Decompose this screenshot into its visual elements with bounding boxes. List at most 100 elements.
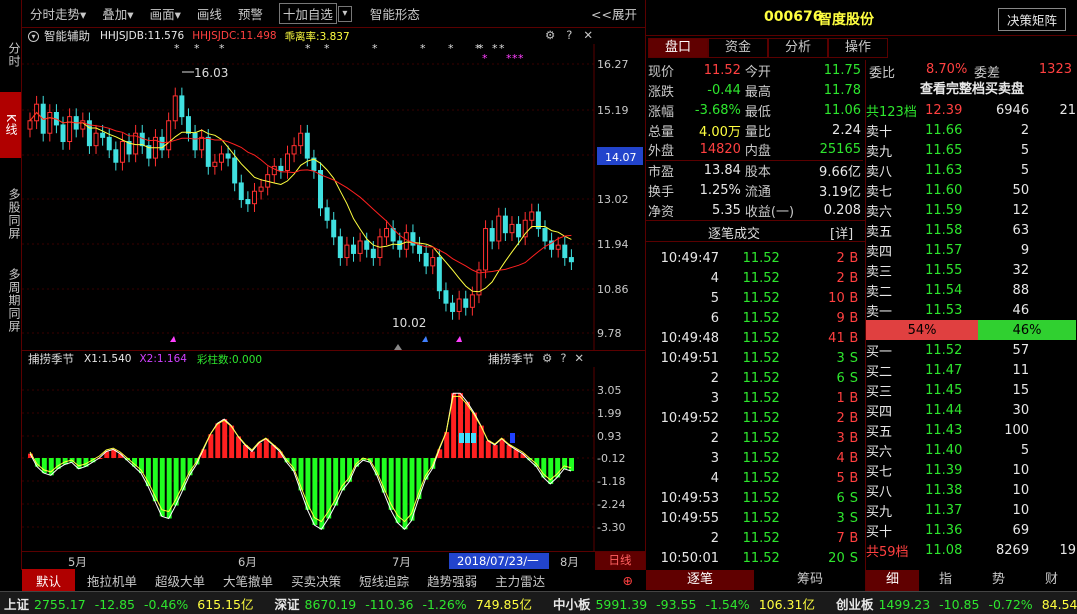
candle-body [93,132,99,147]
trade-volume: 6 [836,370,845,386]
tab-trend[interactable]: 势 [972,570,1025,591]
trade-time: 10:49:55 [660,510,719,526]
trade-row: 4 11.52 2 B [646,268,863,288]
signal-arrow-icon [456,336,462,342]
expand-button[interactable]: <<展开 [591,4,637,23]
indicator-bar [347,458,353,482]
tab-analysis[interactable]: 分析 [768,38,828,58]
ask-price: 11.65 [925,142,963,158]
x-month-6: 6月 [238,555,257,569]
toolbar-draw-line[interactable]: 画线 [197,4,222,23]
y-tick-label: 15.19 [597,104,629,117]
toolbar-overlay-menu[interactable]: 叠加▾ [102,4,133,23]
tab-cancel-order[interactable]: 大笔撤单 [217,571,279,590]
indicator-menu-icon[interactable]: ▾ [28,30,39,42]
decision-matrix-button[interactable]: 决策矩阵 [998,8,1067,31]
tab-super-order[interactable]: 超级大单 [149,571,211,590]
candle-body [113,149,119,163]
index-turnover: 106.31亿 [758,596,815,612]
quote-table: 现价 11.52 今开 11.75 涨跌 -0.44 最高 11.78 涨幅 -3.68% 最低 11… [646,60,865,220]
ask-spacer [1029,160,1076,180]
bid-row: 买二 11.47 11 [866,360,1076,380]
stock-header: 000676 智度股份 决策矩阵 [646,0,1077,36]
quote-label: 总量 [648,124,675,140]
index-turnover: 615.15亿 [197,596,254,612]
tab-chips[interactable]: 筹码 [756,570,864,590]
tab-tractor[interactable]: 拖拉机单 [81,571,143,590]
bid-row: 买五 11.43 100 [866,420,1076,440]
ask-volume: 2 [1020,122,1030,138]
quote-value: 14820 [699,142,741,158]
tab-radar[interactable]: 主力雷达 [489,571,551,590]
sub-close-icon[interactable]: ✕ [574,351,584,367]
sidebar-item-multi-stock[interactable]: 多股同屏 [0,175,21,253]
period-label[interactable]: 日线 [595,552,645,570]
tab-default[interactable]: 默认 [22,569,76,592]
ask-level: 卖八 [866,164,893,180]
tab-detail[interactable]: 细 [866,570,919,591]
tab-order-book[interactable]: 盘口 [648,38,708,58]
sidebar-item-kline[interactable]: K线 [0,92,21,158]
market-index[interactable]: 中小板 5991.39 -93.55 -1.54% 106.31亿 [553,594,824,613]
main-candlestick-chart[interactable]: * * * * * * * * ** * ** * * * 16.03 10.02 16.2715.191… [22,44,645,350]
ask-row: 卖六 11.59 12 [866,200,1076,220]
ask-level: 卖六 [866,204,893,220]
trade-volume: 6 [836,490,845,506]
ask-row: 卖九 11.65 5 [866,140,1076,160]
close-icon[interactable]: ✕ [583,28,593,42]
toolbar-view-menu[interactable]: 画面▾ [150,4,181,23]
sub-settings-gear-icon[interactable]: ⚙ [542,351,552,367]
sub-y-tick-label: 3.05 [597,384,622,397]
quote-value: 5.35 [711,202,741,218]
market-index[interactable]: 创业板1499.23 -10.85 -0.72% 84.54亿 [836,594,1077,613]
candle-body [179,95,185,118]
chart-toolbar: 分时走势▾ 叠加▾ 画面▾ 画线 预警 十加自选 ▾ 智能形态 <<展开 [22,0,645,28]
ask-row: 卖四 11.57 9 [866,240,1076,260]
smart-pattern-button[interactable]: 智能形态 [370,4,420,23]
sidebar-item-timeshare[interactable]: 分时 [0,30,21,80]
sub-indicator-chart[interactable]: 3.05 1.99 0.93 -0.12 -1.18 -2.24 -3.30 [22,367,645,551]
tab-trend[interactable]: 趋势强弱 [421,571,483,590]
candle-body [337,236,343,259]
trade-time: 10:49:48 [660,330,719,346]
tab-funds[interactable]: 资金 [708,38,768,58]
market-index[interactable]: 上证 2755.17 -12.85 -0.46% 615.15亿 [4,594,263,613]
current-price-label: 14.07 [605,151,637,164]
index-name: 上证 [4,596,30,612]
tab-short-track[interactable]: 短线追踪 [353,571,415,590]
sub-y-tick-label: -0.12 [597,452,625,465]
bid-row: 买七 11.39 10 [866,460,1076,480]
sell-ratio-bar: 54% [866,320,979,340]
tabs-more-icon[interactable]: ⊕ [617,573,639,588]
toolbar-timeshare-menu[interactable]: 分时走势▾ [30,4,86,23]
bid-price: 11.37 [925,502,963,518]
tab-finance[interactable]: 财 [1025,570,1077,591]
add-watchlist-button[interactable]: 十加自选 [278,3,337,24]
full-depth-link[interactable]: 查看完整档买卖盘 [866,80,1077,100]
trade-side: B [849,290,859,306]
quote-value: -3.68% [694,102,741,118]
quote-label: 最高 [744,84,771,100]
trade-side: S [849,510,858,526]
sell-avg-price: 12.39 [925,102,963,118]
toolbar-alert[interactable]: 预警 [238,4,263,23]
low-price-label: 10.02 [392,316,426,330]
tab-tick-trades[interactable]: 逐笔 [646,570,754,590]
tab-operation[interactable]: 操作 [828,38,888,58]
sidebar-item-multi-period[interactable]: 多周期同屏 [0,260,21,340]
quote-label: 最低 [744,104,771,120]
trades-detail-link[interactable]: [详] [830,223,853,242]
market-index[interactable]: 深证 8670.19 -110.36 -1.26% 749.85亿 [275,594,541,613]
trade-side: B [849,430,859,446]
quote-value: 9.66亿 [819,164,861,180]
candle-body [463,298,469,308]
cursor-date-label: 2018/07/23/一 [449,553,549,569]
quote-value: 11.06 [823,102,861,118]
sub-help-icon[interactable]: ? [560,351,566,367]
trade-price: 11.52 [742,470,780,486]
tab-index[interactable]: 指 [919,570,972,591]
settings-gear-icon[interactable]: ⚙ [545,28,555,42]
watchlist-dropdown[interactable]: ▾ [337,5,352,22]
help-icon[interactable]: ? [566,28,572,42]
tab-decision[interactable]: 买卖决策 [285,571,347,590]
